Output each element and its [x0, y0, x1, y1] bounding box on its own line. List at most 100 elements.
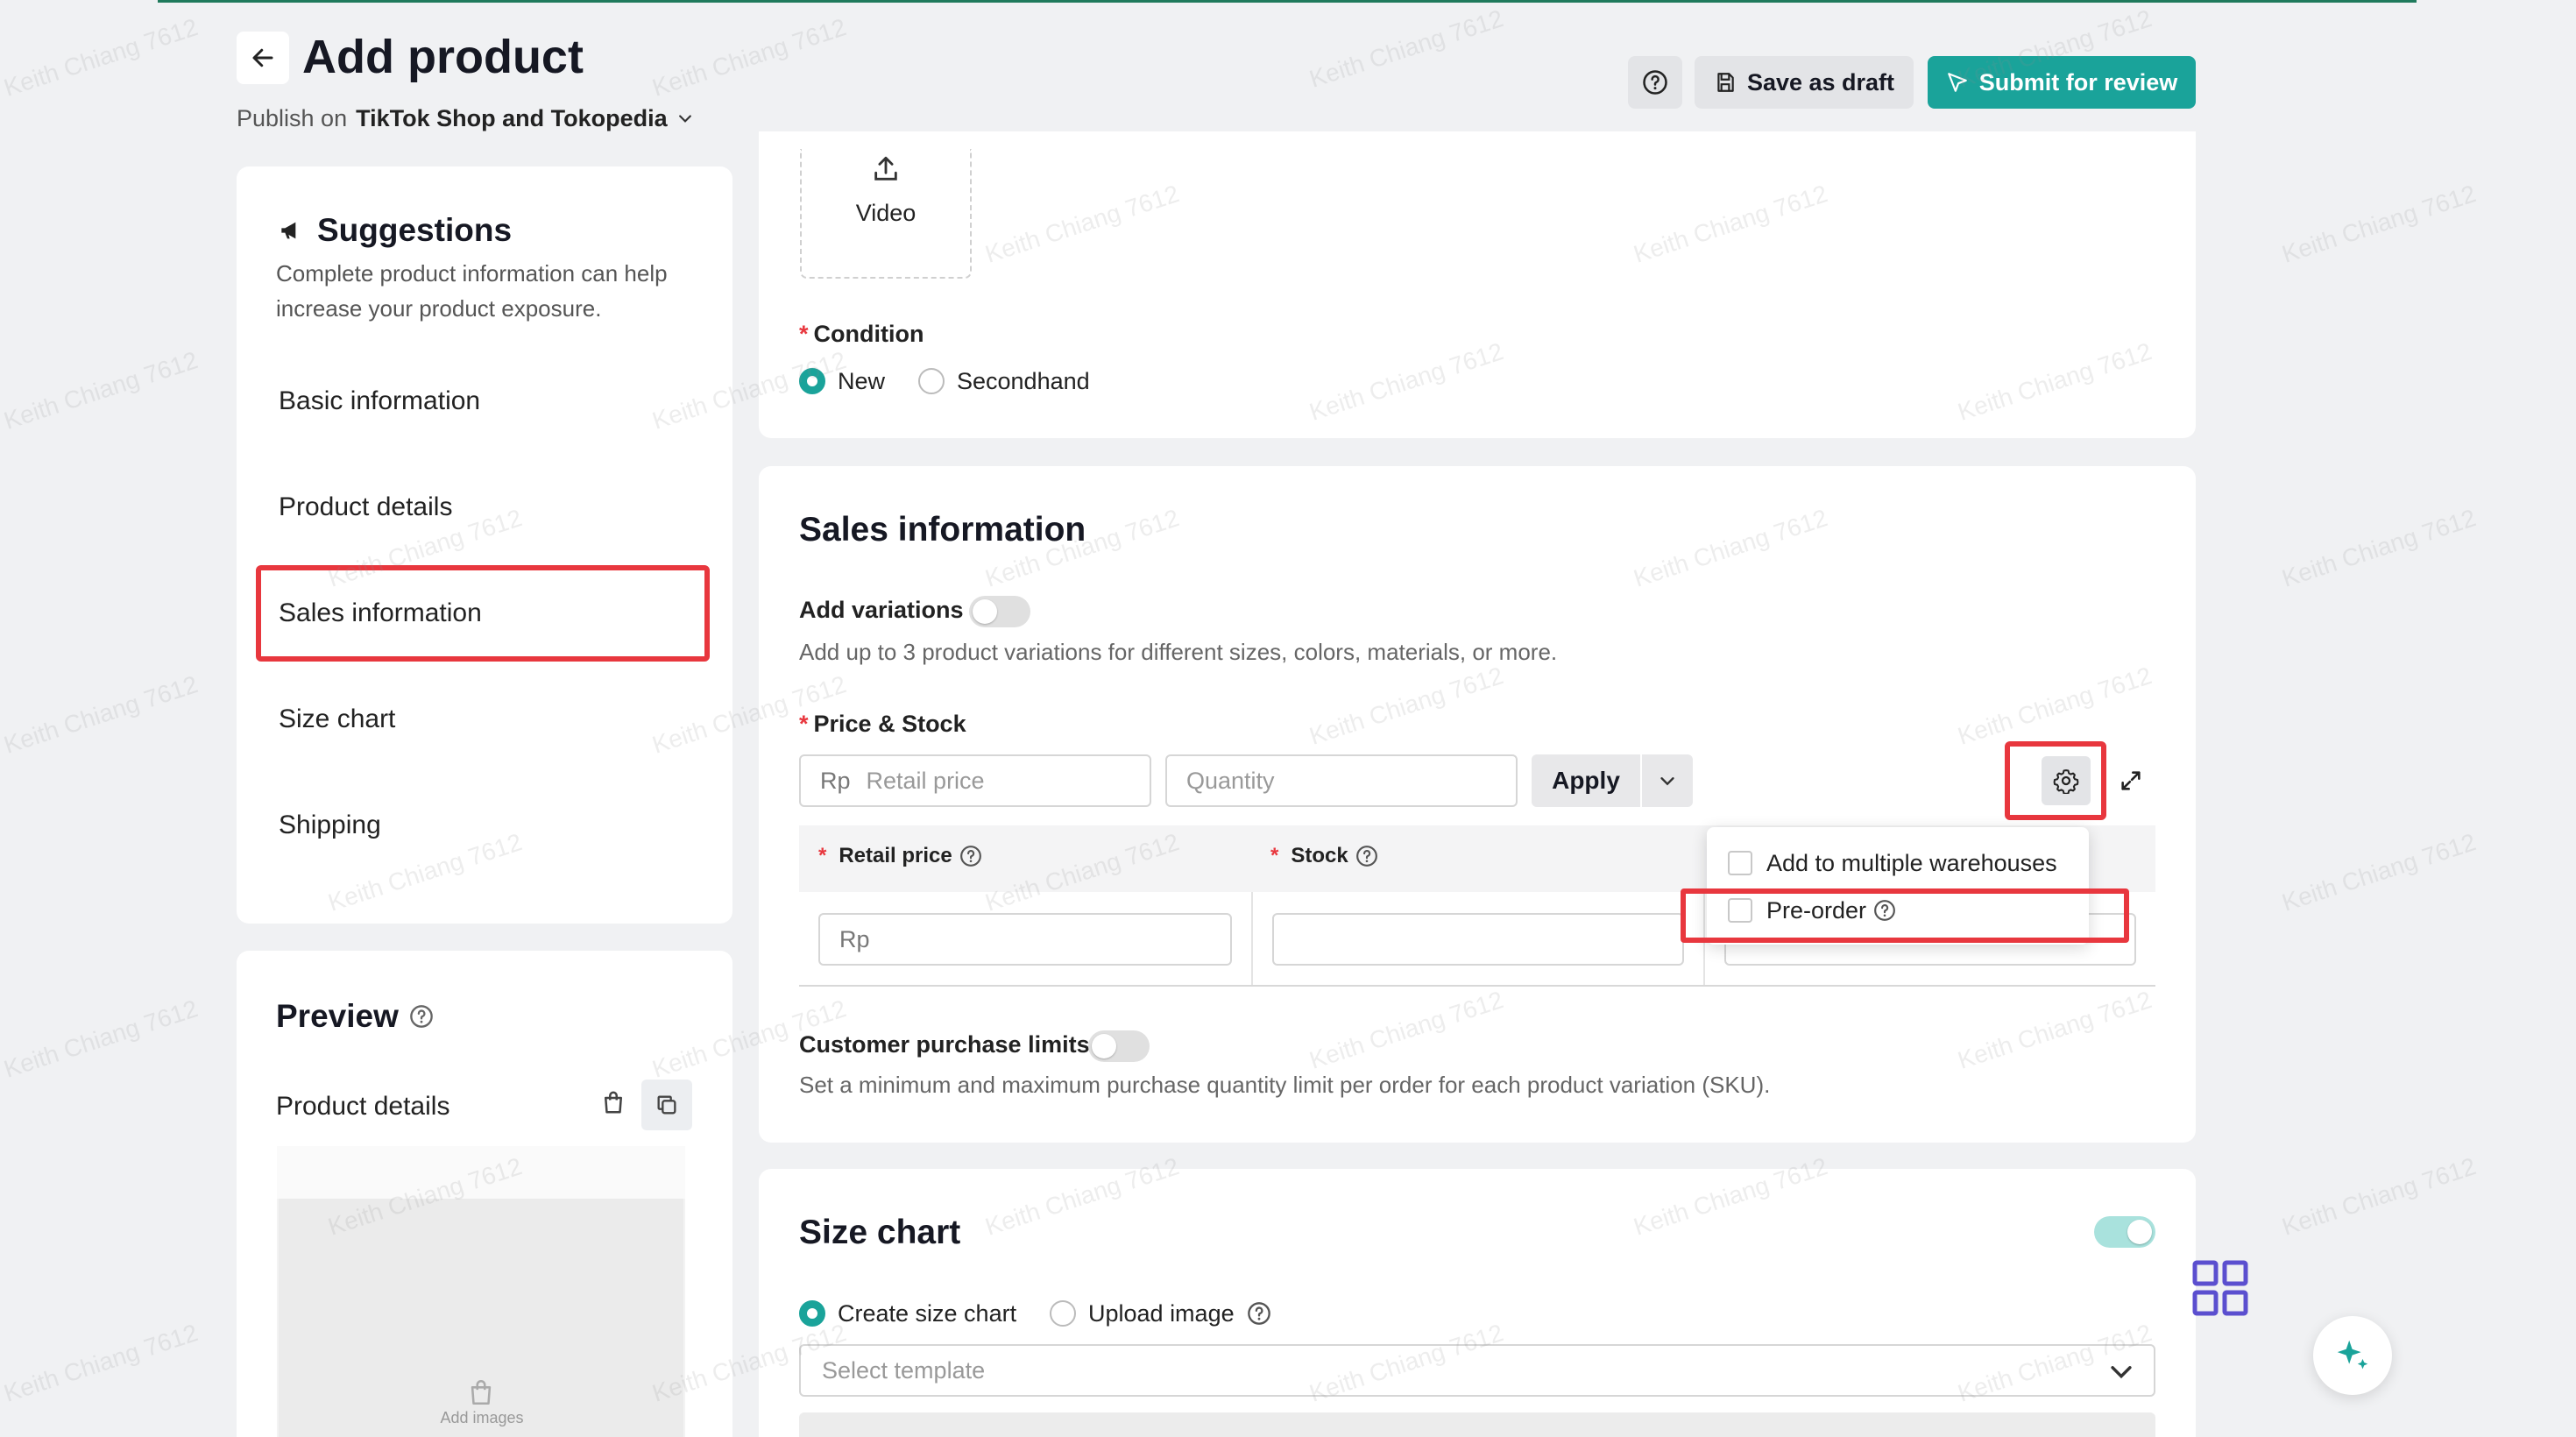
save-draft-button[interactable]: Save as draft — [1695, 56, 1914, 109]
size-chart-title: Size chart — [799, 1214, 961, 1251]
purchase-limits-toggle[interactable] — [1088, 1030, 1150, 1062]
size-chart-toggle[interactable] — [2094, 1216, 2155, 1248]
row-retail-price-input[interactable]: Rp — [818, 913, 1232, 966]
pre-order-highlight — [1681, 888, 2129, 943]
template-select-placeholder: Select template — [822, 1356, 986, 1384]
purchase-limits-hint: Set a minimum and maximum purchase quant… — [799, 1072, 1771, 1098]
add-variations-hint: Add up to 3 product variations for diffe… — [799, 639, 1558, 665]
publish-target-value: TikTok Shop and Tokopedia — [356, 105, 668, 131]
sidebar-item-shipping[interactable]: Shipping — [279, 808, 381, 843]
sales-information-title: Sales information — [799, 511, 1086, 549]
sidebar-item-basic-information[interactable]: Basic information — [279, 384, 480, 419]
condition-new-label: New — [838, 368, 886, 394]
retail-price-input[interactable]: Rp Retail price — [799, 754, 1151, 807]
question-circle-icon[interactable] — [409, 1004, 434, 1029]
create-size-chart-label: Create size chart — [838, 1300, 1017, 1327]
question-circle-icon[interactable] — [1247, 1301, 1271, 1326]
question-circle-icon — [1643, 70, 1667, 95]
watermark: Keith Chiang 7612 — [1306, 4, 1507, 93]
send-icon — [1947, 73, 1967, 92]
shopping-bag-icon — [605, 1091, 622, 1114]
apps-grid-icon[interactable] — [2192, 1260, 2248, 1316]
quantity-placeholder: Quantity — [1186, 767, 1275, 794]
column-retail-price-text: Retail price — [839, 844, 952, 867]
watermark: Keith Chiang 7612 — [2278, 504, 2480, 592]
ai-assistant-button[interactable] — [2313, 1316, 2392, 1395]
quantity-input[interactable]: Quantity — [1165, 754, 1518, 807]
checkbox[interactable] — [1728, 851, 1752, 875]
chevron-down-icon — [2111, 1366, 2132, 1379]
sidebar-item-product-details[interactable]: Product details — [279, 490, 452, 525]
watermark: Keith Chiang 7612 — [2278, 1152, 2480, 1241]
suggestions-description: Complete product information can help in… — [276, 260, 668, 322]
condition-secondhand-radio[interactable]: Secondhand — [918, 365, 1090, 397]
page-title: Add product — [302, 31, 584, 83]
row-stock-input[interactable] — [1272, 913, 1684, 966]
price-stock-label: * Price & Stock — [799, 708, 966, 740]
sparkle-icon — [2337, 1340, 2368, 1370]
sales-information-highlight — [256, 565, 710, 662]
retail-price-placeholder: Retail price — [866, 767, 985, 794]
sidebar-item-size-chart[interactable]: Size chart — [279, 702, 395, 737]
expand-button[interactable] — [2106, 756, 2155, 805]
preview-shop-button[interactable] — [598, 1087, 629, 1118]
preview-title: Preview — [276, 996, 434, 1037]
required-mark: * — [1270, 844, 1279, 867]
upload-image-radio[interactable]: Upload image — [1050, 1298, 1271, 1329]
save-draft-label: Save as draft — [1746, 68, 1895, 96]
submit-for-review-button[interactable]: Submit for review — [1928, 56, 2196, 109]
column-separator — [1251, 892, 1253, 987]
add-variations-toggle[interactable] — [969, 596, 1030, 627]
watermark: Keith Chiang 7612 — [0, 995, 202, 1083]
add-images-label: Add images — [440, 1409, 524, 1426]
column-stock-text: Stock — [1291, 844, 1348, 867]
watermark: Keith Chiang 7612 — [0, 346, 202, 435]
table-row-divider — [799, 985, 2155, 987]
arrow-left-icon — [252, 48, 273, 67]
radio-selected[interactable] — [799, 368, 825, 394]
top-accent-line — [158, 0, 2417, 3]
radio-selected[interactable] — [799, 1300, 825, 1327]
help-button[interactable] — [1628, 56, 1682, 109]
watermark: Keith Chiang 7612 — [2278, 828, 2480, 917]
price-stock-label-text: Price & Stock — [813, 711, 966, 737]
watermark: Keith Chiang 7612 — [0, 670, 202, 759]
save-icon — [1717, 73, 1734, 92]
purchase-limits-label: Customer purchase limits — [799, 1031, 1090, 1058]
upload-icon — [874, 156, 897, 181]
required-mark: * — [799, 711, 809, 737]
apply-button[interactable]: Apply — [1532, 754, 1640, 807]
add-variations-label: Add variations — [799, 597, 964, 623]
watermark: Keith Chiang 7612 — [648, 13, 850, 102]
required-mark: * — [818, 844, 827, 867]
watermark: Keith Chiang 7612 — [0, 13, 202, 102]
create-size-chart-radio[interactable]: Create size chart — [799, 1298, 1016, 1329]
question-circle-icon[interactable] — [959, 845, 982, 867]
upload-image-label: Upload image — [1088, 1300, 1235, 1327]
apply-options-button[interactable] — [1642, 754, 1693, 807]
template-select[interactable]: Select template — [799, 1344, 2155, 1397]
expand-icon — [2121, 771, 2141, 790]
currency-prefix: Rp — [820, 767, 851, 794]
settings-highlight — [2005, 741, 2106, 820]
radio-unselected[interactable] — [1050, 1300, 1076, 1327]
suggestions-title: Suggestions — [277, 210, 512, 251]
chevron-down-icon — [678, 115, 691, 123]
publish-prefix: Publish on — [237, 105, 348, 131]
radio-unselected[interactable] — [918, 368, 945, 394]
condition-secondhand-label: Secondhand — [957, 368, 1090, 394]
preview-copy-button[interactable] — [641, 1080, 692, 1130]
chevron-down-icon — [1660, 777, 1674, 786]
publish-target[interactable]: Publish on TikTok Shop and Tokopedia — [237, 103, 694, 133]
question-circle-icon[interactable] — [1355, 845, 1378, 867]
back-button[interactable] — [237, 32, 289, 84]
column-header-retail-price: * Retail price — [818, 843, 982, 869]
size-chart-content-area — [799, 1412, 2155, 1437]
preview-subtitle: Product details — [276, 1092, 450, 1121]
menu-item-multiple-warehouses[interactable]: Add to multiple warehouses — [1728, 847, 2057, 879]
watermark: Keith Chiang 7612 — [2278, 180, 2480, 268]
menu-item-label: Add to multiple warehouses — [1766, 850, 2057, 876]
condition-label: * Condition — [799, 318, 924, 350]
row-currency-prefix: Rp — [839, 925, 870, 952]
condition-new-radio[interactable]: New — [799, 365, 885, 397]
